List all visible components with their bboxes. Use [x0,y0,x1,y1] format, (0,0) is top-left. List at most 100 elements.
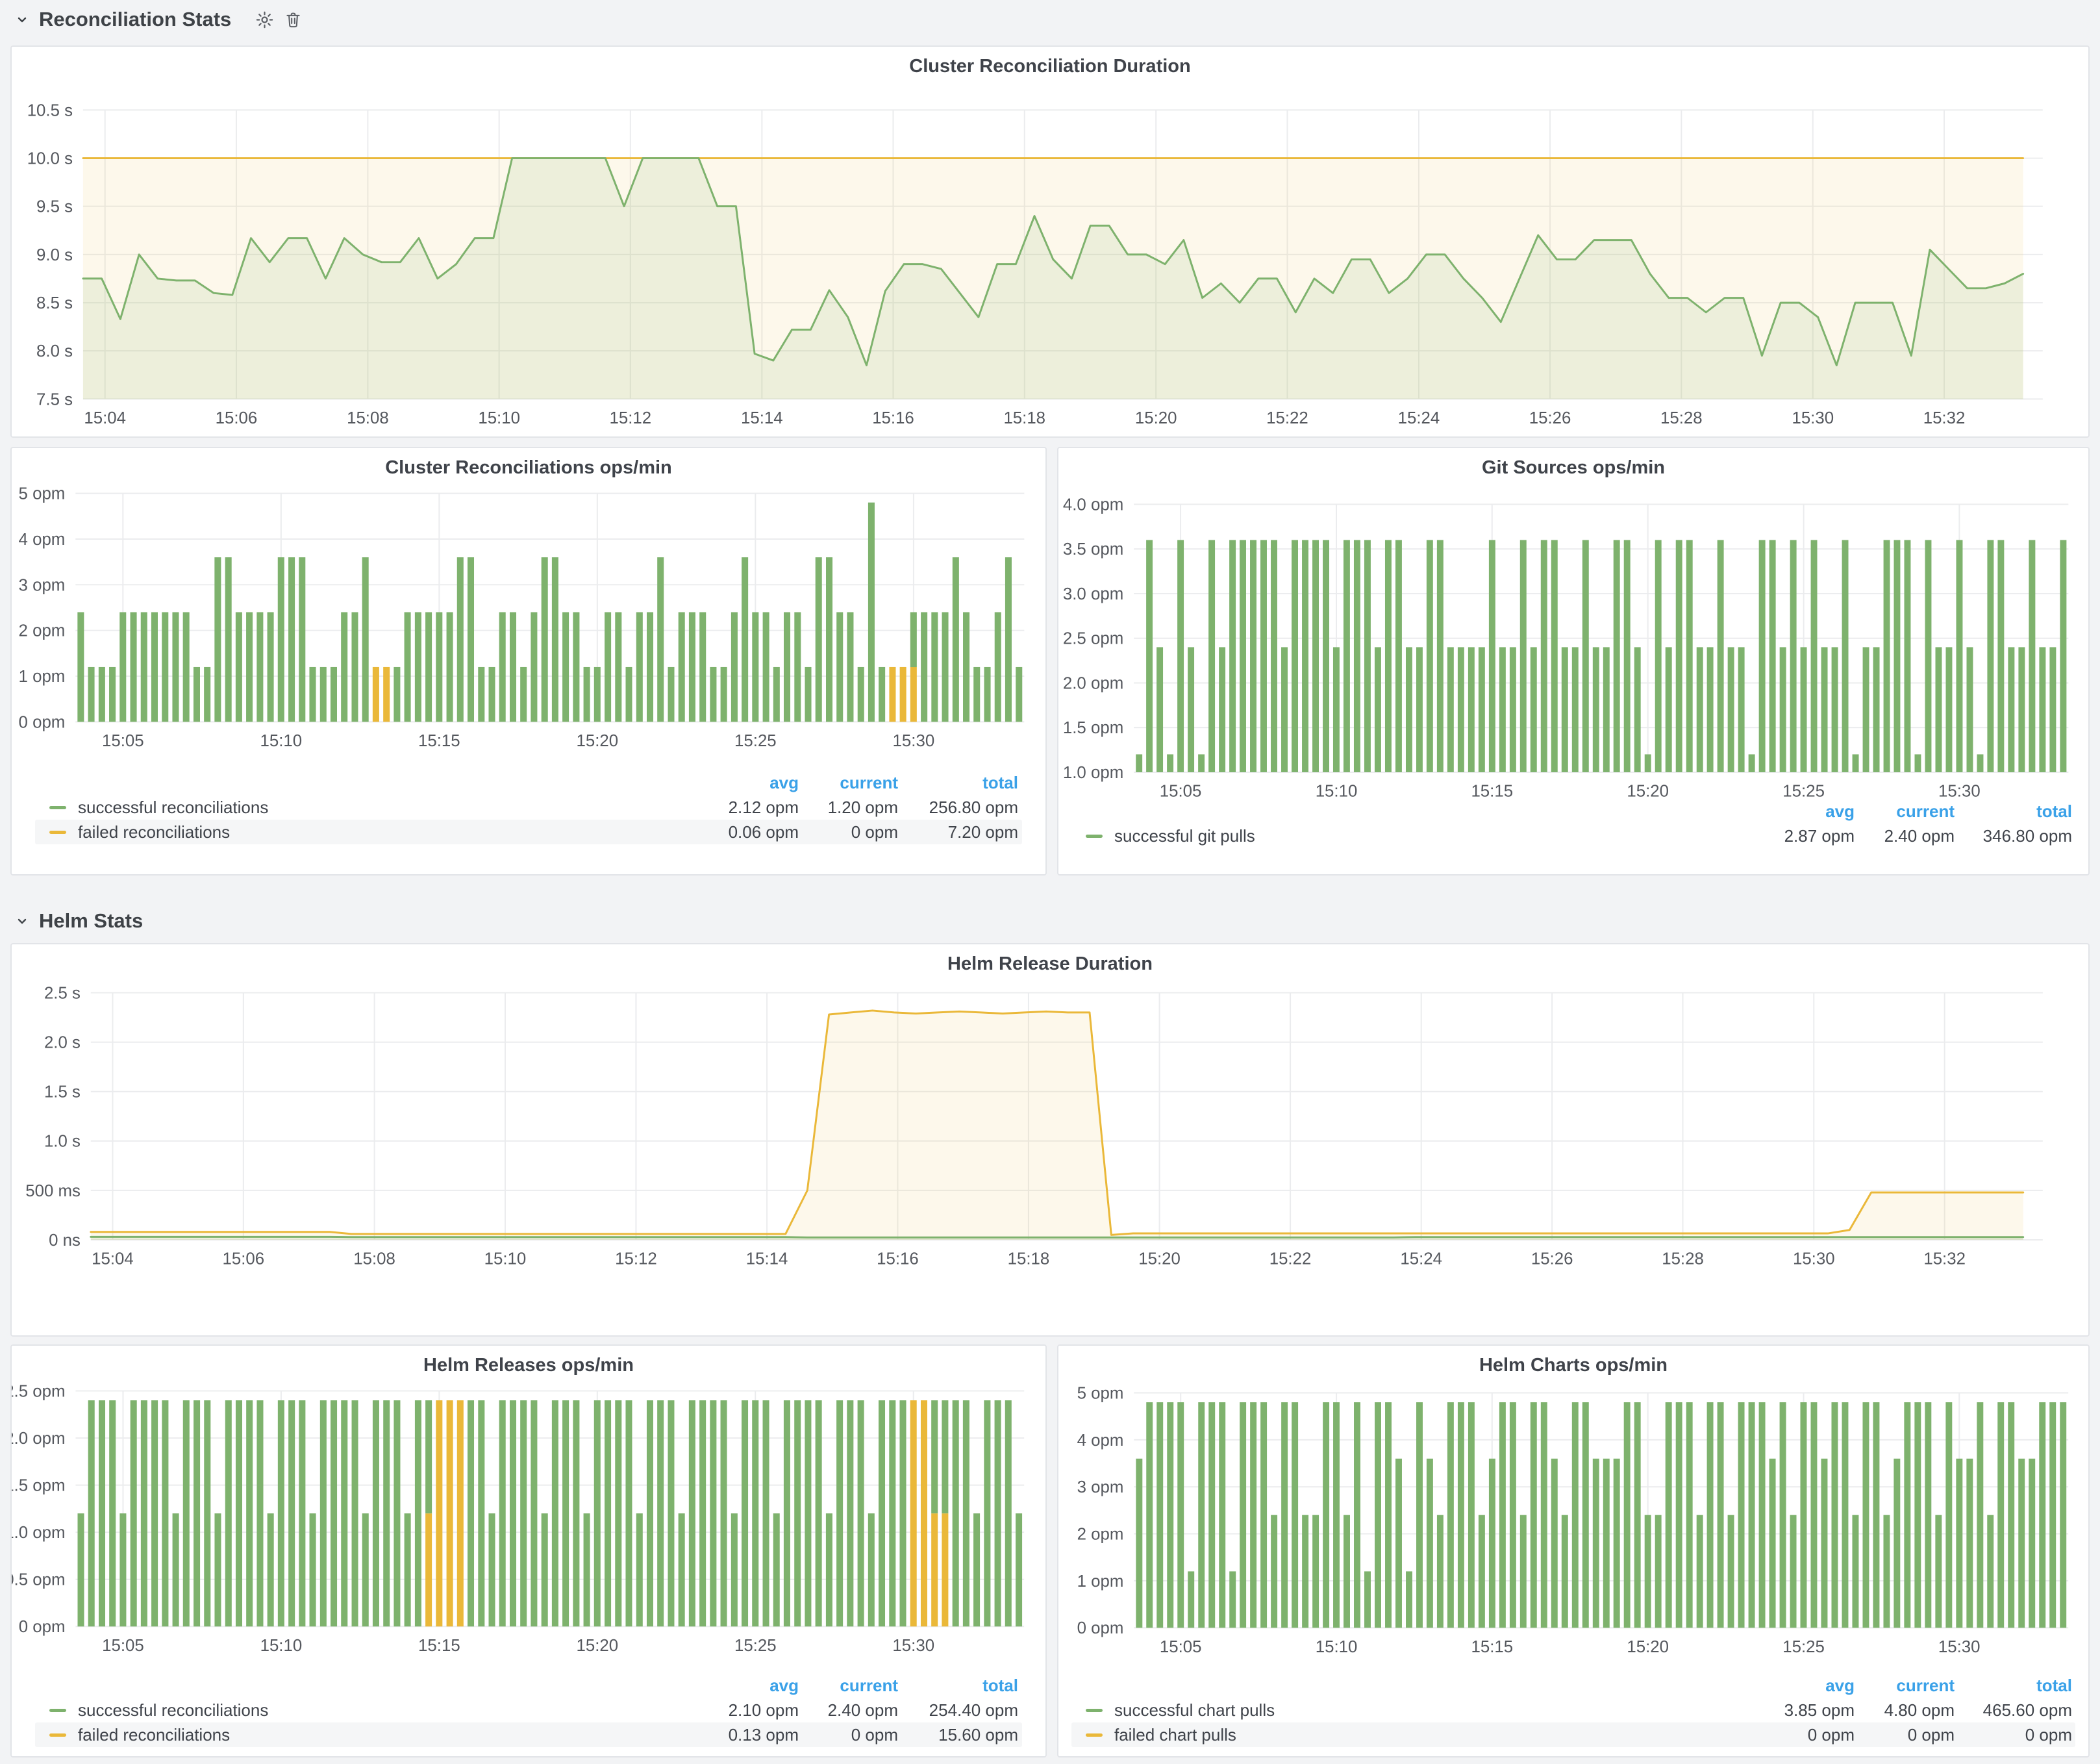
legend-label[interactable]: failed reconciliations [78,1725,230,1745]
svg-text:15:30: 15:30 [1938,1638,1981,1656]
svg-text:2.0 s: 2.0 s [44,1034,81,1052]
svg-text:15:16: 15:16 [877,1250,919,1268]
helm-release-duration-chart[interactable]: 2.5 s2.0 s1.5 s1.0 s500 ms0 ns15:0415:06… [12,944,2088,1335]
svg-text:0 opm: 0 opm [1077,1619,1124,1637]
svg-text:0.5 opm: 0.5 opm [12,1571,66,1589]
stat-total: 15.60 opm [823,1722,1018,1747]
svg-text:15:15: 15:15 [418,732,460,750]
svg-text:15:22: 15:22 [1266,409,1308,427]
svg-text:2 opm: 2 opm [19,622,66,640]
svg-text:9.0 s: 9.0 s [36,246,73,264]
svg-text:1.5 opm: 1.5 opm [1063,719,1123,737]
svg-text:15:30: 15:30 [1793,1250,1835,1268]
svg-text:15:30: 15:30 [1938,783,1981,801]
series-color-dash [49,831,66,834]
legend: avg current total successful git pulls 2… [1058,799,2088,848]
svg-text:15:10: 15:10 [260,1637,303,1655]
svg-text:15:05: 15:05 [1160,783,1202,801]
svg-text:1.5 opm: 1.5 opm [12,1477,66,1495]
panel-helm-charts-ops: Helm Charts ops/min 5 opm4 opm3 opm2 opm… [1057,1344,2090,1758]
gear-icon[interactable] [255,10,275,30]
svg-text:15:26: 15:26 [1531,1250,1573,1268]
svg-text:1.0 opm: 1.0 opm [12,1524,66,1542]
svg-text:15:05: 15:05 [1160,1638,1202,1656]
svg-text:8.5 s: 8.5 s [36,294,73,312]
svg-text:3.0 opm: 3.0 opm [1063,585,1123,603]
series-color-dash [1086,1733,1103,1737]
legend-label[interactable]: successful reconciliations [78,1700,268,1720]
svg-text:2.0 opm: 2.0 opm [12,1430,66,1448]
svg-text:15:25: 15:25 [1782,783,1825,801]
chevron-down-icon[interactable] [14,913,30,929]
svg-text:15:26: 15:26 [1529,409,1571,427]
svg-text:15:14: 15:14 [746,1250,788,1268]
series-color-dash [49,1709,66,1712]
svg-text:15:20: 15:20 [577,732,619,750]
svg-text:5 opm: 5 opm [1077,1384,1124,1402]
svg-text:2.0 opm: 2.0 opm [1063,674,1123,692]
svg-text:0 opm: 0 opm [19,713,66,731]
svg-text:15:10: 15:10 [260,732,303,750]
legend-header-row: avg current total [1071,799,2075,824]
svg-text:15:15: 15:15 [1471,783,1513,801]
legend-label[interactable]: successful chart pulls [1114,1700,1275,1720]
section-reconciliation-stats[interactable]: Reconciliation Stats [14,3,303,36]
stat-total: 346.80 opm [1877,824,2072,848]
stat-total: 7.20 opm [823,820,1018,844]
legend-label[interactable]: successful reconciliations [78,798,268,817]
legend-header-total[interactable]: total [823,770,1018,795]
svg-text:15:10: 15:10 [478,409,520,427]
svg-text:15:25: 15:25 [734,732,777,750]
svg-text:1.0 opm: 1.0 opm [1063,764,1123,782]
svg-text:15:06: 15:06 [216,409,258,427]
svg-text:15:12: 15:12 [615,1250,657,1268]
series-color-dash [49,806,66,809]
section-helm-stats[interactable]: Helm Stats [14,904,143,938]
cluster-reconciliation-duration-chart[interactable]: 10.5 s10.0 s9.5 s9.0 s8.5 s8.0 s7.5 s15:… [12,47,2088,436]
legend-label[interactable]: failed chart pulls [1114,1725,1236,1745]
svg-text:0 ns: 0 ns [49,1231,81,1250]
legend-header-total[interactable]: total [1877,1673,2072,1698]
svg-text:3.5 opm: 3.5 opm [1063,540,1123,559]
legend: avg current total successful chart pulls… [1058,1673,2088,1747]
svg-text:2.5 s: 2.5 s [44,984,81,1002]
legend-label[interactable]: failed reconciliations [78,822,230,842]
legend-header-total[interactable]: total [1877,799,2072,824]
svg-text:15:28: 15:28 [1660,409,1703,427]
svg-text:4 opm: 4 opm [19,531,66,549]
stat-total: 465.60 opm [1877,1698,2072,1722]
svg-text:15:05: 15:05 [102,1637,144,1655]
svg-text:15:20: 15:20 [1627,1638,1669,1656]
svg-text:3 opm: 3 opm [19,576,66,594]
trash-icon[interactable] [284,10,303,29]
svg-text:15:14: 15:14 [741,409,783,427]
svg-text:2.5 opm: 2.5 opm [1063,630,1123,648]
svg-text:15:04: 15:04 [92,1250,134,1268]
svg-text:15:10: 15:10 [1316,1638,1358,1656]
section-title[interactable]: Helm Stats [39,909,143,933]
legend-header-total[interactable]: total [823,1673,1018,1698]
svg-text:10.0 s: 10.0 s [27,149,73,168]
svg-text:1 opm: 1 opm [1077,1572,1124,1591]
svg-text:1.0 s: 1.0 s [44,1133,81,1151]
section-title[interactable]: Reconciliation Stats [39,8,231,31]
svg-text:15:25: 15:25 [1782,1638,1825,1656]
svg-text:1 opm: 1 opm [19,668,66,686]
legend-label[interactable]: successful git pulls [1114,826,1255,846]
stat-total: 254.40 opm [823,1698,1018,1722]
legend-row-successful: successful reconciliations 2.12 opm 1.20… [35,795,1022,820]
svg-text:15:30: 15:30 [893,732,935,750]
chevron-down-icon[interactable] [14,12,30,27]
svg-text:8.0 s: 8.0 s [36,342,73,360]
series-color-dash [1086,835,1103,838]
svg-text:15:30: 15:30 [892,1637,934,1655]
svg-text:4.0 opm: 4.0 opm [1063,496,1123,514]
stat-total: 0 opm [1877,1722,2072,1747]
svg-text:5 opm: 5 opm [19,485,66,503]
svg-text:10.5 s: 10.5 s [27,101,73,120]
svg-text:2.5 opm: 2.5 opm [12,1383,66,1401]
legend-row-successful: successful git pulls 2.87 opm 2.40 opm 3… [1071,824,2075,848]
svg-text:3 opm: 3 opm [1077,1478,1124,1496]
svg-text:15:18: 15:18 [1008,1250,1050,1268]
legend-row-successful: successful reconciliations 2.10 opm 2.40… [35,1698,1022,1722]
